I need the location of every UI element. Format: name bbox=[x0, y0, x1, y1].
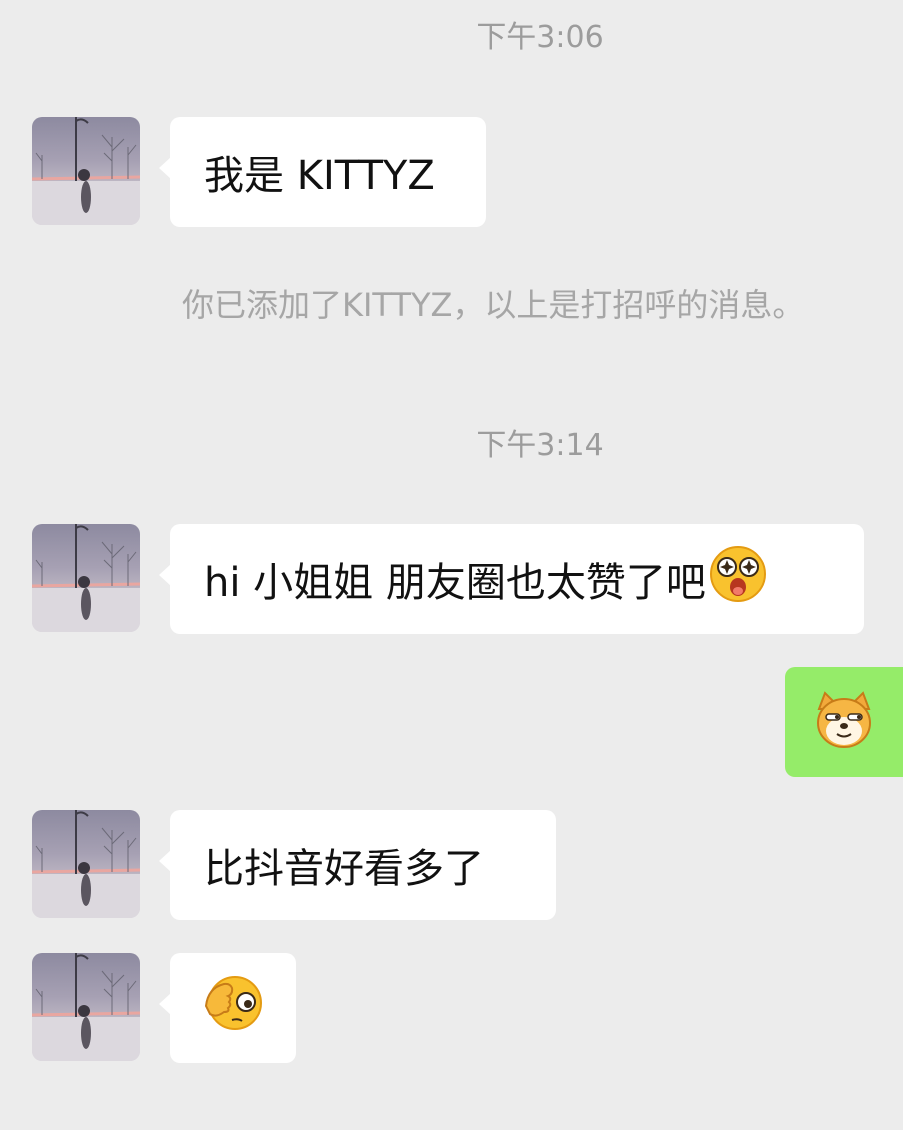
facepalm-face-icon bbox=[202, 972, 264, 1044]
sent-message-bubble[interactable] bbox=[785, 667, 903, 777]
message-text: hi 小姐姐 朋友圈也太赞了吧 bbox=[204, 560, 706, 606]
message-bubble[interactable]: 比抖音好看多了 bbox=[159, 810, 556, 920]
timestamp: 下午3:14 bbox=[476, 428, 604, 463]
contact-avatar[interactable] bbox=[32, 953, 140, 1061]
system-notice: 你已添加了KITTYZ，以上是打招呼的消息。 bbox=[182, 286, 805, 324]
message-text: 我是 KITTYZ bbox=[204, 153, 435, 199]
message-bubble[interactable]: hi 小姐姐 朋友圈也太赞了吧 bbox=[159, 524, 864, 634]
star-struck-face-icon bbox=[708, 544, 768, 614]
message-text: 比抖音好看多了 bbox=[204, 846, 484, 892]
contact-avatar[interactable] bbox=[32, 117, 140, 225]
timestamp: 下午3:06 bbox=[476, 20, 604, 55]
message-bubble[interactable] bbox=[159, 953, 296, 1063]
doge-icon bbox=[813, 689, 875, 755]
message-bubble[interactable]: 我是 KITTYZ bbox=[159, 117, 486, 227]
contact-avatar[interactable] bbox=[32, 524, 140, 632]
contact-avatar[interactable] bbox=[32, 810, 140, 918]
